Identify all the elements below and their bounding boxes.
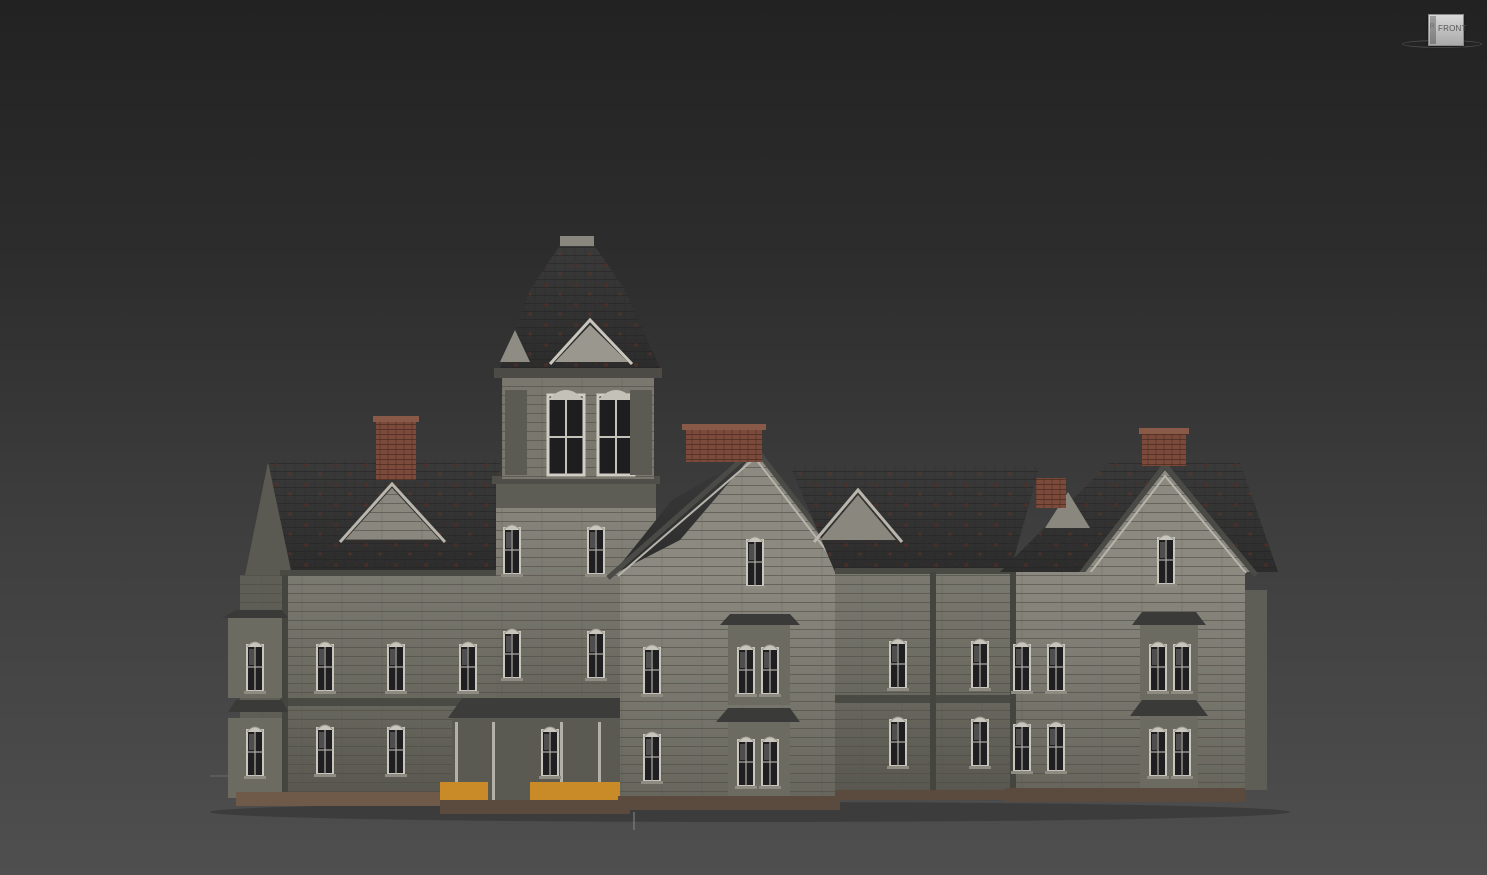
3d-viewport[interactable]: R FRONT: [0, 0, 1487, 875]
mansion-model: [210, 236, 1290, 830]
viewcube-widget[interactable]: R FRONT: [1400, 12, 1486, 52]
viewcube-side-label: R: [1430, 24, 1435, 30]
viewcube-side-face[interactable]: [1430, 16, 1436, 44]
viewcube-face-label: FRONT: [1438, 24, 1467, 33]
